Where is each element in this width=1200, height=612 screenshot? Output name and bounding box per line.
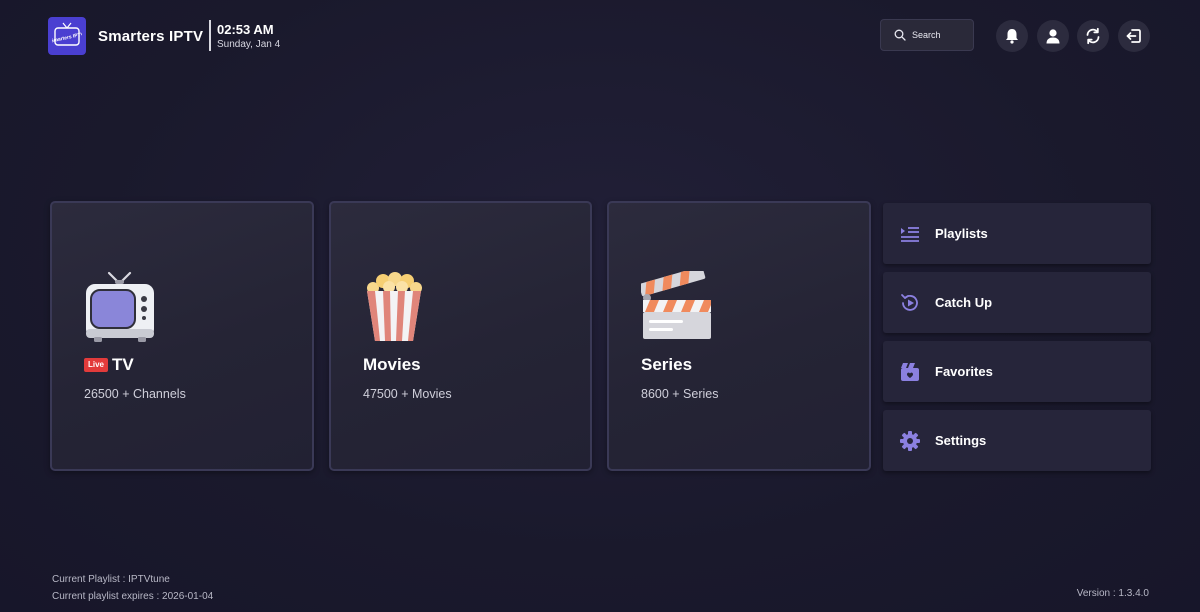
profile-button[interactable] xyxy=(1037,20,1069,52)
playlist-expires: Current playlist expires : 2026-01-04 xyxy=(52,591,214,602)
bell-icon xyxy=(1006,29,1018,44)
movies-count: 47500 + Movies xyxy=(363,387,452,401)
movies-card[interactable]: Movies 47500 + Movies xyxy=(329,201,592,471)
app-logo: Smarters IPTV xyxy=(48,17,86,55)
side-item-label: Playlists xyxy=(935,226,988,241)
side-item-settings[interactable]: Settings xyxy=(883,410,1151,471)
side-item-label: Catch Up xyxy=(935,295,993,310)
live-tv-count: 26500 + Channels xyxy=(84,387,186,401)
app-version: Version : 1.3.4.0 xyxy=(1076,588,1149,599)
clock-date: Sunday, Jan 4 xyxy=(217,39,281,50)
live-tv-title: Live TV xyxy=(84,355,134,375)
search-icon xyxy=(894,29,906,41)
side-item-favorites[interactable]: Favorites xyxy=(883,341,1151,402)
catch-up-icon xyxy=(899,292,921,314)
search-label: Search xyxy=(912,30,941,40)
tv-icon xyxy=(84,271,156,343)
clapperboard-icon xyxy=(639,266,713,343)
refresh-button[interactable] xyxy=(1077,20,1109,52)
app-title: Smarters IPTV xyxy=(98,28,204,45)
side-item-label: Favorites xyxy=(935,364,993,379)
notifications-button[interactable] xyxy=(996,20,1028,52)
favorites-icon xyxy=(899,361,921,383)
logo-text: Smarters IPTV xyxy=(52,31,82,44)
series-count: 8600 + Series xyxy=(641,387,719,401)
popcorn-icon xyxy=(363,271,435,343)
logo-icon: Smarters IPTV xyxy=(52,22,82,46)
series-title: Series xyxy=(641,355,693,374)
refresh-icon xyxy=(1086,27,1100,45)
user-icon xyxy=(1046,29,1060,44)
live-tv-card[interactable]: Live TV 26500 + Channels xyxy=(50,201,314,471)
search-button[interactable]: Search xyxy=(880,19,974,51)
logout-icon xyxy=(1126,29,1141,43)
header-divider xyxy=(209,20,211,51)
series-card[interactable]: Series 8600 + Series xyxy=(607,201,871,471)
live-tv-label: TV xyxy=(112,355,134,374)
movies-title: Movies xyxy=(363,355,421,374)
live-badge: Live xyxy=(84,358,109,372)
side-item-playlists[interactable]: Playlists xyxy=(883,203,1151,264)
side-item-catch-up[interactable]: Catch Up xyxy=(883,272,1151,333)
gear-icon xyxy=(899,430,921,452)
playlist-info: Current Playlist : IPTVtune Current play… xyxy=(52,571,213,605)
playlist-icon xyxy=(899,223,921,245)
side-item-label: Settings xyxy=(935,433,987,448)
logout-button[interactable] xyxy=(1118,20,1150,52)
current-playlist: Current Playlist : IPTVtune xyxy=(52,574,170,585)
clock-time: 02:53 AM xyxy=(217,22,274,37)
